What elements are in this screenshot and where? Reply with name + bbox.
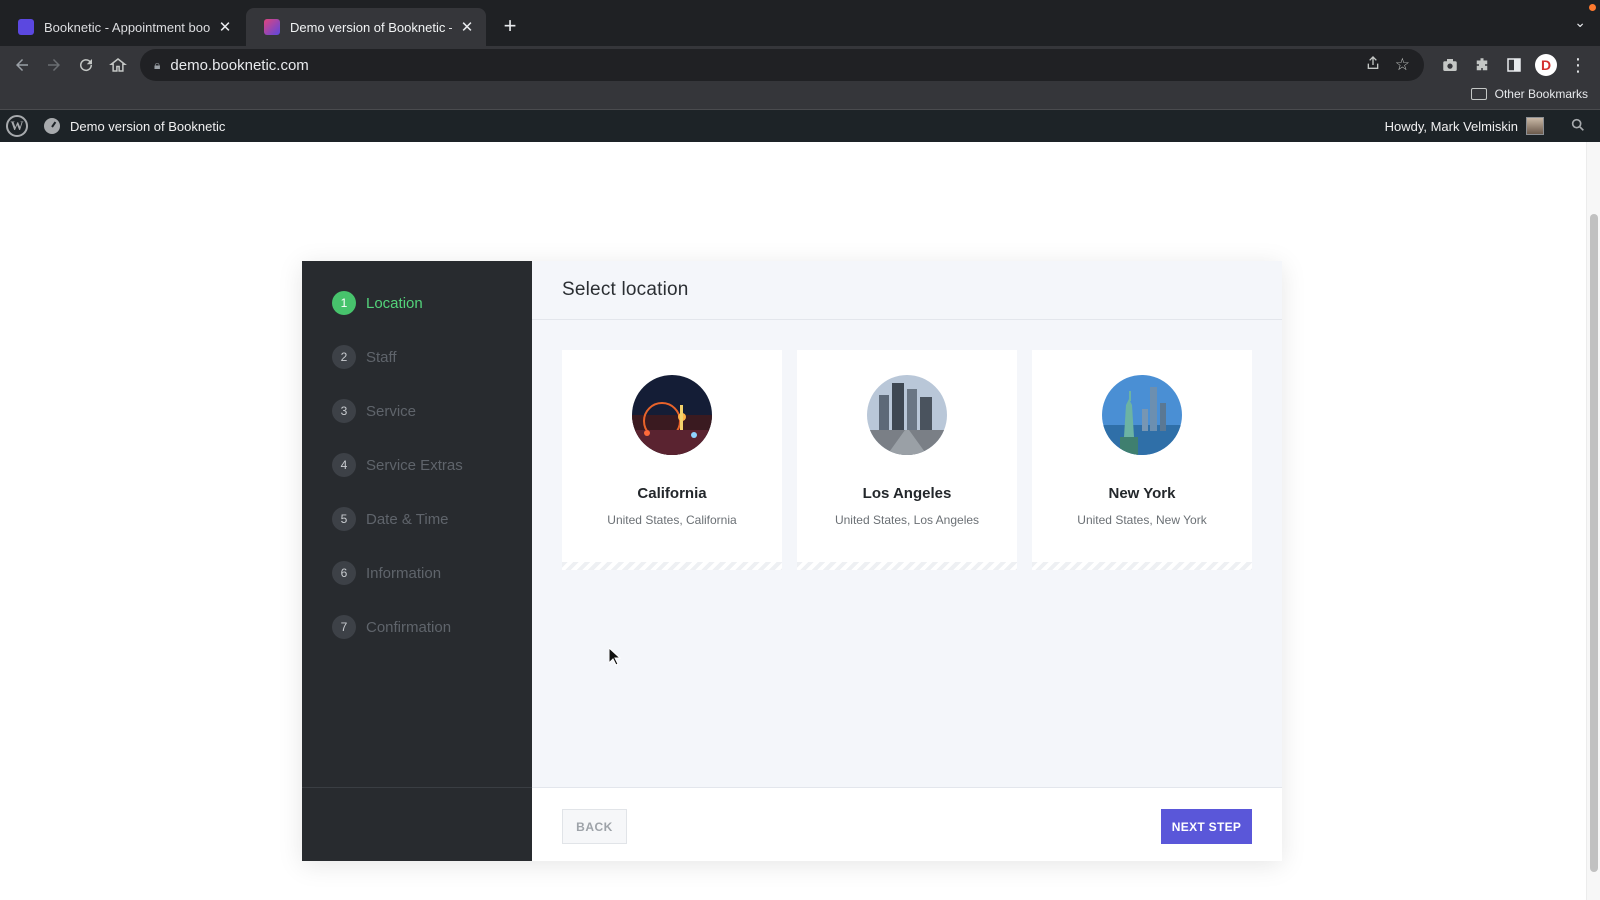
back-arrow-icon[interactable]	[10, 53, 34, 77]
card-stripes	[1032, 562, 1252, 570]
share-icon[interactable]	[1365, 55, 1381, 76]
bookmark-star-icon[interactable]: ☆	[1395, 55, 1410, 75]
wp-account-menu[interactable]: Howdy, Mark Velmiskin	[1385, 110, 1544, 142]
location-name: California	[637, 485, 707, 502]
wp-site-link[interactable]: Demo version of Booknetic	[44, 110, 225, 142]
other-bookmarks-folder[interactable]: Other Bookmarks	[1470, 87, 1588, 101]
step-number: 1	[332, 291, 356, 315]
location-name: New York	[1108, 485, 1176, 502]
location-card-los-angeles[interactable]: Los Angeles United States, Los Angeles	[797, 350, 1017, 570]
lock-icon: 🔒︎	[154, 57, 161, 72]
folder-icon	[1470, 88, 1487, 100]
panel-header: Select location	[532, 261, 1282, 320]
camera-extension-icon[interactable]	[1438, 53, 1462, 77]
step-number: 3	[332, 399, 356, 423]
close-tab-icon[interactable]: ✕	[458, 18, 476, 36]
reload-icon[interactable]	[74, 53, 98, 77]
location-address: United States, New York	[1077, 513, 1207, 527]
recording-indicator-icon	[1589, 4, 1596, 11]
step-label: Information	[366, 564, 442, 582]
browser-toolbar: 🔒︎ demo.booknetic.com ☆ D ⋮	[0, 46, 1600, 84]
location-photo	[867, 375, 947, 455]
step-number: 2	[332, 345, 356, 369]
forward-arrow-icon[interactable]	[42, 53, 66, 77]
step-label: Staff	[366, 348, 397, 366]
page-title: Select location	[562, 279, 689, 300]
location-address: United States, California	[607, 513, 737, 527]
url-text: demo.booknetic.com	[170, 56, 309, 74]
new-tab-button[interactable]: +	[496, 12, 524, 40]
browser-tab-bar: Booknetic - Appointment book ✕ Demo vers…	[0, 0, 1600, 46]
side-panel-icon[interactable]	[1502, 53, 1526, 77]
card-stripes	[562, 562, 782, 570]
location-address: United States, Los Angeles	[834, 513, 980, 527]
step-date-time[interactable]: 5 Date & Time	[332, 507, 449, 531]
steps-sidebar: 1 Location 2 Staff 3 Service 4 Service E…	[302, 261, 532, 861]
step-label: Date & Time	[366, 510, 449, 528]
wp-site-name: Demo version of Booknetic	[70, 118, 226, 134]
step-label: Service	[366, 402, 417, 420]
page-scrollbar[interactable]	[1586, 142, 1600, 900]
sidebar-footer	[302, 787, 532, 861]
location-photo	[632, 375, 712, 455]
search-icon[interactable]	[1570, 117, 1586, 137]
extensions-puzzle-icon[interactable]	[1470, 53, 1494, 77]
booking-widget: 1 Location 2 Staff 3 Service 4 Service E…	[302, 261, 1282, 861]
step-number: 4	[332, 453, 356, 477]
step-label: Location	[366, 294, 423, 312]
card-stripes	[797, 562, 1017, 570]
step-number: 7	[332, 615, 356, 639]
step-staff[interactable]: 2 Staff	[332, 345, 397, 369]
booknetic-favicon-icon	[18, 19, 34, 35]
step-service[interactable]: 3 Service	[332, 399, 416, 423]
booknetic-favicon-icon	[264, 19, 280, 35]
panel-footer: BACK NEXT STEP	[532, 787, 1282, 861]
browser-tab[interactable]: Booknetic - Appointment book ✕	[0, 8, 244, 46]
step-number: 6	[332, 561, 356, 585]
wordpress-logo-icon[interactable]: W	[6, 115, 28, 137]
close-tab-icon[interactable]: ✕	[216, 18, 234, 36]
back-button[interactable]: BACK	[562, 809, 627, 844]
user-avatar	[1526, 117, 1544, 135]
home-icon[interactable]	[106, 53, 130, 77]
step-location[interactable]: 1 Location	[332, 291, 423, 315]
next-step-button[interactable]: NEXT STEP	[1161, 809, 1252, 844]
step-information[interactable]: 6 Information	[332, 561, 441, 585]
main-panel: Select location California United States…	[532, 261, 1282, 861]
location-photo	[1102, 375, 1182, 455]
tab-search-icon[interactable]: ⌄	[1574, 14, 1586, 31]
address-bar[interactable]: 🔒︎ demo.booknetic.com ☆	[140, 49, 1424, 81]
location-card-new-york[interactable]: New York United States, New York	[1032, 350, 1252, 570]
profile-avatar[interactable]: D	[1534, 53, 1558, 77]
step-service-extras[interactable]: 4 Service Extras	[332, 453, 463, 477]
step-label: Confirmation	[366, 618, 452, 636]
dashboard-icon	[44, 118, 60, 134]
tab-title: Demo version of Booknetic – D	[290, 19, 452, 35]
location-name: Los Angeles	[862, 485, 952, 502]
tab-title: Booknetic - Appointment book	[44, 19, 210, 35]
browser-tab-active[interactable]: Demo version of Booknetic – D ✕	[246, 8, 486, 46]
wp-admin-bar: W Demo version of Booknetic Howdy, Mark …	[0, 110, 1600, 142]
step-confirmation[interactable]: 7 Confirmation	[332, 615, 451, 639]
wp-greeting: Howdy, Mark Velmiskin	[1384, 118, 1518, 134]
step-label: Service Extras	[366, 456, 463, 474]
step-number: 5	[332, 507, 356, 531]
scrollbar-thumb[interactable]	[1590, 214, 1598, 872]
bookmarks-bar: Other Bookmarks	[0, 84, 1600, 110]
other-bookmarks-label: Other Bookmarks	[1494, 87, 1588, 101]
location-card-california[interactable]: California United States, California	[562, 350, 782, 570]
browser-menu-icon[interactable]: ⋮	[1566, 53, 1590, 77]
